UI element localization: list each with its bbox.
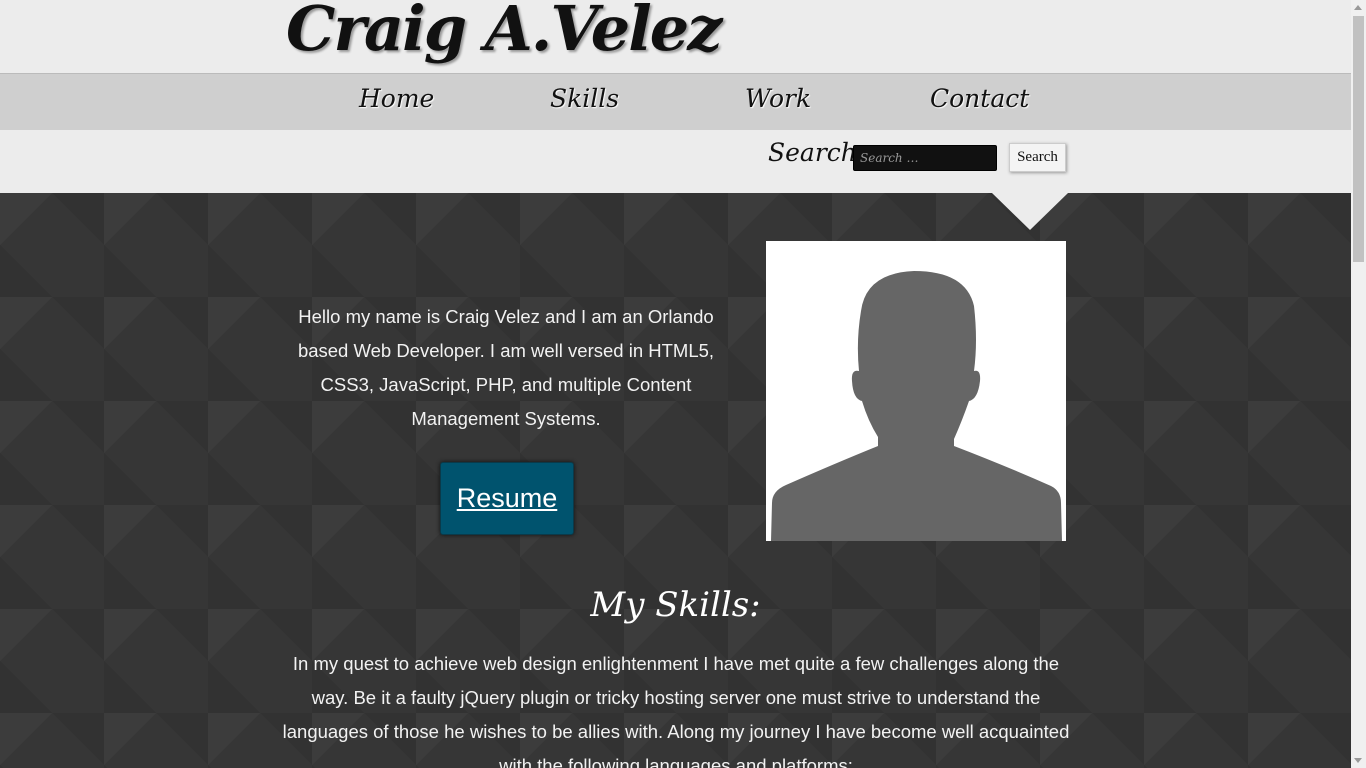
nav-home[interactable]: Home	[359, 84, 434, 113]
scrollbar-thumb[interactable]	[1353, 16, 1364, 262]
resume-button[interactable]: Resume	[440, 462, 574, 535]
search-button[interactable]: Search	[1009, 143, 1066, 172]
scroll-down-icon[interactable]	[1354, 758, 1362, 763]
skills-heading: My Skills:	[590, 585, 761, 625]
nav-work[interactable]: Work	[745, 84, 811, 113]
nav-contact[interactable]: Contact	[930, 84, 1029, 113]
search-bar: Search: Search	[0, 130, 1351, 193]
site-logo[interactable]: Craig A.Velez	[286, 0, 722, 65]
nav-skills[interactable]: Skills	[550, 84, 619, 113]
page-scrollbar[interactable]	[1351, 0, 1366, 768]
search-input[interactable]	[853, 145, 997, 171]
scroll-up-icon[interactable]	[1354, 5, 1362, 10]
skills-text: In my quest to achieve web design enligh…	[282, 653, 1070, 768]
profile-photo-placeholder	[766, 241, 1066, 541]
avatar-silhouette-icon	[771, 271, 1062, 541]
search-label: Search:	[768, 138, 866, 167]
main-nav: Home Skills Work Contact	[0, 73, 1351, 131]
intro-text: Hello my name is Craig Velez and I am an…	[297, 306, 715, 429]
nav-pointer-arrow	[992, 193, 1068, 230]
header: Craig A.Velez	[0, 0, 1351, 73]
page: Craig A.Velez Home Skills Work Contact S…	[0, 0, 1351, 768]
